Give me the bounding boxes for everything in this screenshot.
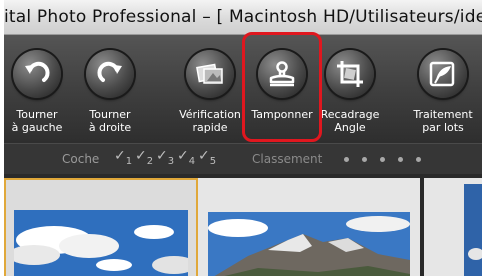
rotate-left-icon [13,50,61,98]
check-mark-5-number: 5 [209,155,217,167]
batch-process-label: Traitement par lots [413,108,473,134]
rating-star-5[interactable] [416,157,421,162]
check-mark-2-number: 2 [146,155,154,167]
quick-check-button[interactable]: Vérification rapide [174,35,246,143]
check-mark-4-button[interactable]: ✓4 [177,148,195,167]
quick-check-icon [186,50,234,98]
thumbnail-3-image [464,184,482,276]
rotate-right-button[interactable]: Tourner à droite [74,35,146,143]
thumbnail-1[interactable] [4,178,198,276]
thumbnail-area [4,174,482,276]
check-mark-label: Coche [62,152,100,166]
rating-label: Classement [252,152,323,166]
thumbnail-3[interactable] [424,178,482,276]
app-window: ital Photo Professional – [ Macintosh HD… [4,0,482,276]
check-mark-1-number: 1 [125,155,133,167]
check-mark-1-button[interactable]: ✓1 [114,148,132,167]
thumbnail-1-image [14,210,188,276]
rating-bar: Coche ✓1 ✓2 ✓3 ✓4 ✓5 Classement [4,143,482,175]
check-mark-3-button[interactable]: ✓3 [156,148,174,167]
check-mark-3-number: 3 [167,155,175,167]
check-mark-4-number: 4 [188,155,196,167]
rating-star-1[interactable] [344,157,349,162]
crop-angle-icon [326,50,374,98]
stamp-button-highlight [242,32,322,142]
rating-star-4[interactable] [398,157,403,162]
rotate-left-button[interactable]: Tourner à gauche [4,35,73,143]
window-titlebar: ital Photo Professional – [ Macintosh HD… [4,0,482,35]
rating-star-3[interactable] [380,157,385,162]
rotate-right-icon [86,50,134,98]
window-title: ital Photo Professional – [ Macintosh HD… [4,7,482,27]
thumbnail-2[interactable] [198,178,420,276]
batch-process-button[interactable]: Traitement par lots [407,35,479,143]
rating-star-2[interactable] [362,157,367,162]
check-mark-2-button[interactable]: ✓2 [135,148,153,167]
thumbnail-2-image [208,212,410,276]
check-mark-5-button[interactable]: ✓5 [198,148,216,167]
rotate-right-label: Tourner à droite [88,108,132,134]
crop-angle-button[interactable]: Recadrage Angle [314,35,386,143]
batch-process-icon [419,50,467,98]
